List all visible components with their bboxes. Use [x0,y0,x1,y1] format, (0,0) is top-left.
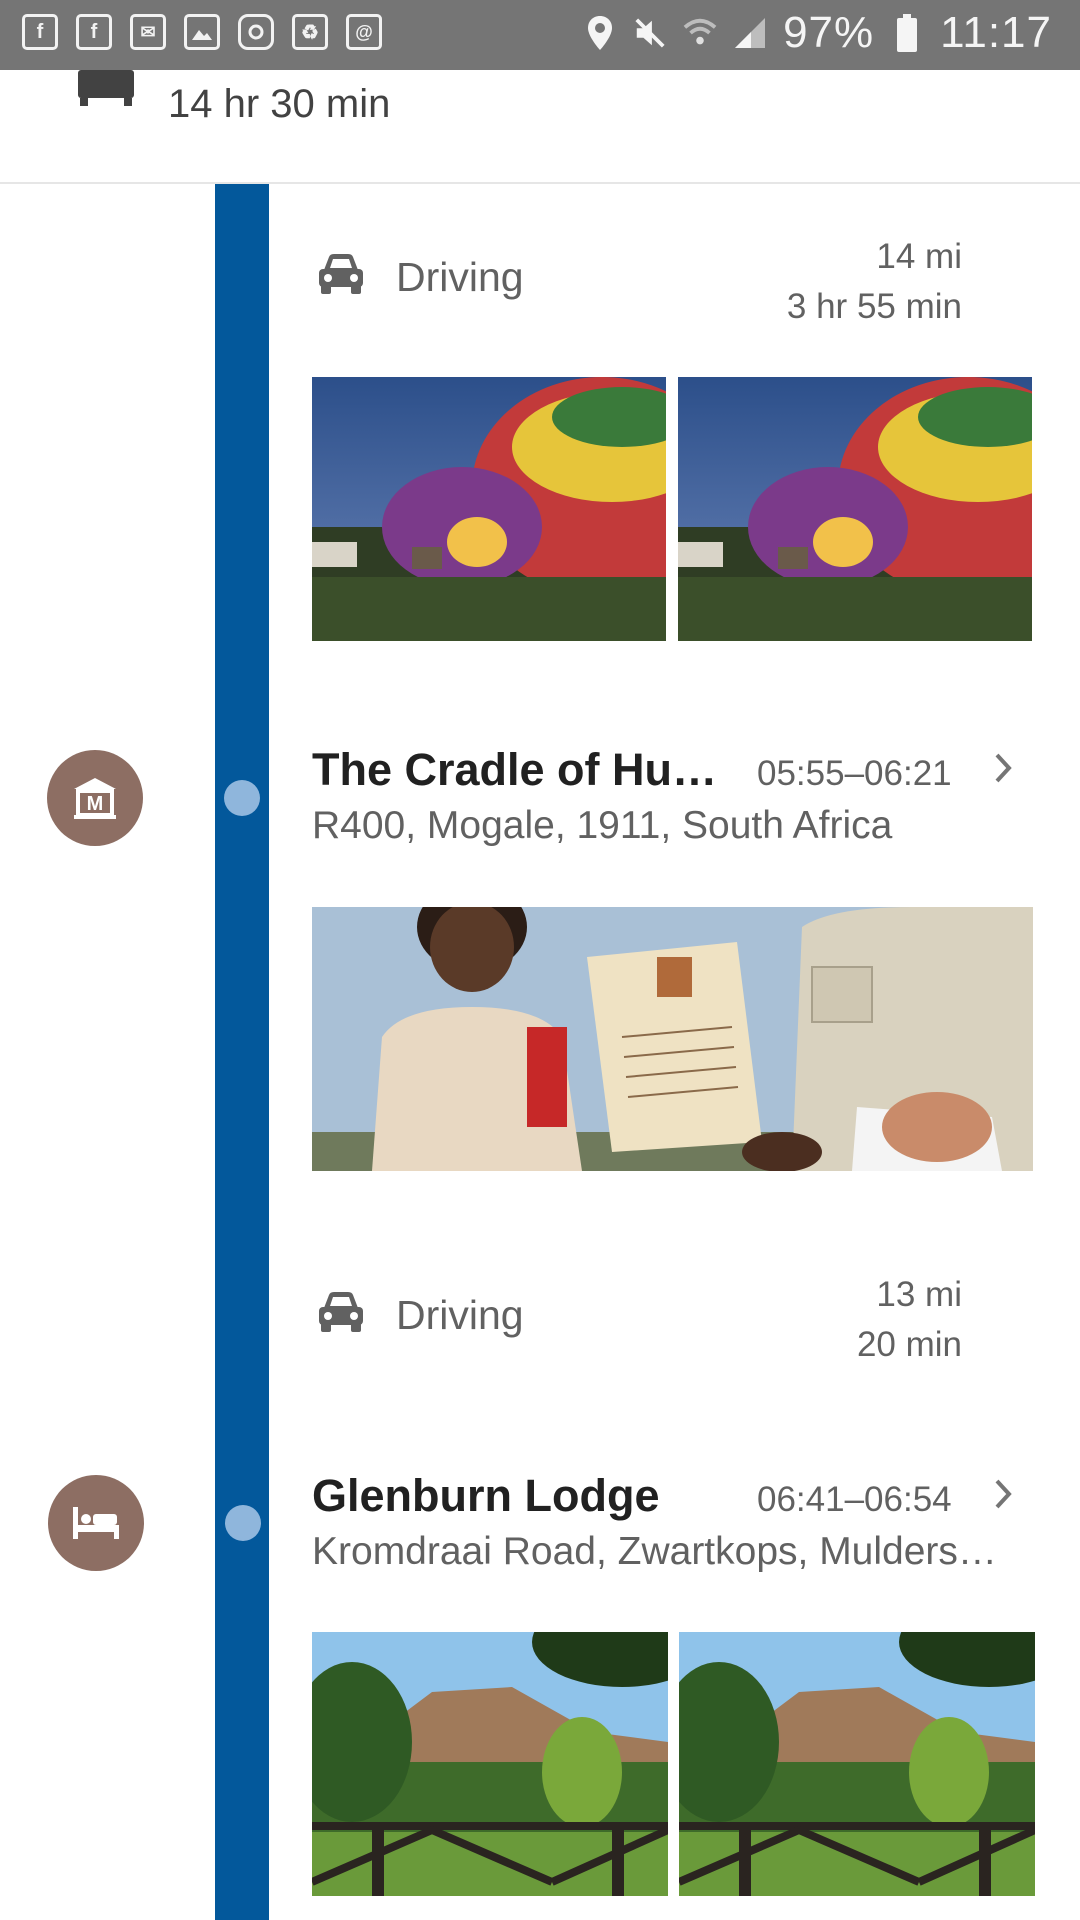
recycle-icon: ♻ [292,14,328,50]
system-icons: 97% 11:17 [583,8,1052,58]
driving-metrics: 13 mi 20 min [857,1270,962,1370]
car-icon [316,252,366,301]
chevron-right-icon[interactable] [992,750,1016,791]
lodge-landscape-photo[interactable] [312,1632,668,1896]
status-bar: f f ✉ ♻ @ 97% 11:17 [0,0,1080,70]
driving-label: Driving [396,1292,524,1338]
instagram-icon [238,14,274,50]
place-name: Glenburn Lodge [312,1470,660,1521]
place-name: The Cradle of Hu… [312,744,718,795]
place-time-range: 06:41–06:54 [757,1480,952,1519]
facebook-icon: f [76,14,112,50]
facebook-icon: f [22,14,58,50]
mail-icon: ✉ [130,14,166,50]
signal-icon [733,13,767,53]
timeline-dot [225,1505,261,1541]
driving-segment[interactable]: Driving 13 mi 20 min [312,1270,962,1370]
museum-icon: M [47,750,143,846]
driving-distance: 13 mi [876,1275,962,1314]
notification-icons: f f ✉ ♻ @ [22,14,382,50]
gallery-icon [184,14,220,50]
driving-distance: 14 mi [876,237,962,276]
battery-icon [890,13,924,53]
bed-icon [48,1475,144,1571]
timeline-dot [224,780,260,816]
place-address: Kromdraai Road, Zwartkops, Mulders… [312,1530,997,1573]
clock: 11:17 [940,8,1052,57]
car-icon [316,1290,366,1339]
place-address: R400, Mogale, 1911, South Africa [312,804,893,847]
email-at-icon: @ [346,14,382,50]
driving-duration: 20 min [856,1325,962,1364]
driving-duration: 3 hr 55 min [786,287,962,326]
place-card[interactable]: Glenburn Lodge 06:41–06:54 Kromdraai Roa… [312,1470,1032,1580]
timeline-bar [215,184,269,1920]
trip-summary: 14 hr 30 min [0,70,1080,184]
wifi-icon [683,13,717,53]
location-icon [583,13,617,53]
mute-icon [633,13,667,53]
place-card[interactable]: The Cradle of Hu… 05:55–06:21 R400, Moga… [312,744,1032,854]
driving-segment[interactable]: Driving 14 mi 3 hr 55 min [312,232,962,332]
certificate-photo[interactable] [312,907,1033,1171]
driving-metrics: 14 mi 3 hr 55 min [787,232,962,332]
lodge-landscape-photo[interactable] [679,1632,1035,1896]
chevron-right-icon[interactable] [992,1476,1016,1517]
hot-air-balloon-photo[interactable] [678,377,1032,641]
hot-air-balloon-photo[interactable] [312,377,666,641]
bed-icon [78,70,134,111]
total-duration: 14 hr 30 min [168,82,391,126]
battery-percent: 97% [783,8,875,57]
svg-text:M: M [87,793,104,815]
driving-label: Driving [396,254,524,300]
place-time-range: 05:55–06:21 [757,754,952,793]
